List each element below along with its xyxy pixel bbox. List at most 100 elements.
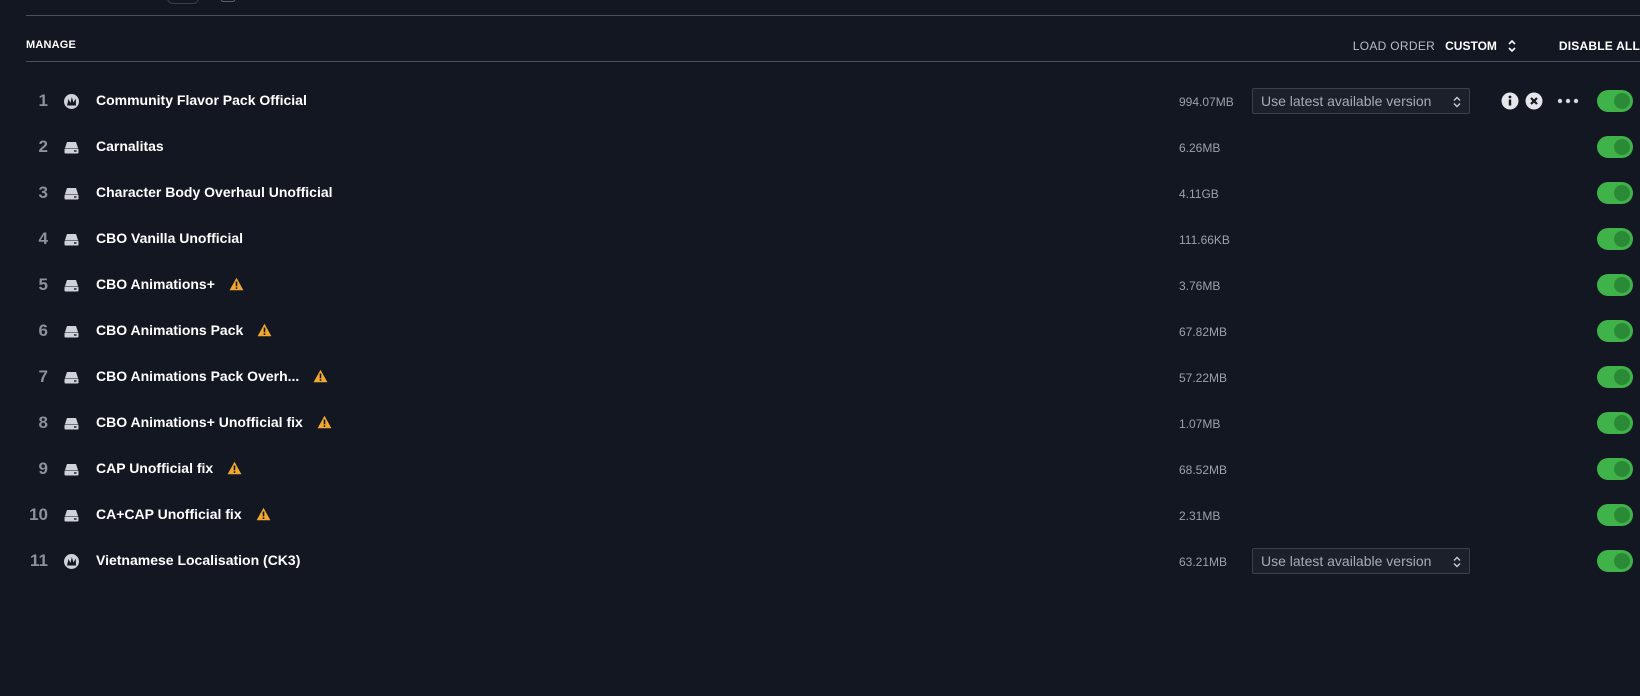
- mod-name-text: Character Body Overhaul Unofficial: [96, 184, 333, 200]
- mod-size: 111.66KB: [1179, 233, 1230, 247]
- mod-row[interactable]: 3 Character Body Overhaul Unofficial 4.11G…: [26, 171, 1640, 217]
- more-icon[interactable]: [1556, 92, 1580, 110]
- mod-size: 57.22MB: [1179, 371, 1228, 385]
- mod-name: CBO Animations Pack Overh...: [96, 368, 328, 384]
- warning-icon[interactable]: [256, 507, 271, 521]
- mod-size: 68.52MB: [1179, 463, 1228, 477]
- mod-manager: MANAGE LOAD ORDER CUSTOM DISABLE ALL 1 Co…: [0, 0, 1640, 696]
- chevron-updown-icon: [1453, 555, 1461, 568]
- top-divider: [26, 15, 1640, 16]
- toggle-knob: [1614, 93, 1630, 109]
- toggle-knob: [1614, 507, 1630, 523]
- manage-header: MANAGE LOAD ORDER CUSTOM DISABLE ALL: [26, 36, 1640, 60]
- toggle-knob: [1614, 185, 1630, 201]
- mod-size: 6.26MB: [1179, 141, 1221, 155]
- drive-icon: [63, 231, 80, 248]
- enable-toggle[interactable]: [1597, 366, 1633, 388]
- toggle-knob: [1614, 323, 1630, 339]
- mod-name: CAP Unofficial fix: [96, 460, 242, 476]
- header-divider: [26, 61, 1640, 62]
- mod-name: CA+CAP Unofficial fix: [96, 506, 271, 522]
- mod-size: 63.21MB: [1179, 555, 1228, 569]
- disable-all-button[interactable]: DISABLE ALL: [1559, 39, 1640, 53]
- mod-name-text: Vietnamese Localisation (CK3): [96, 552, 301, 568]
- mod-name-text: CBO Animations+ Unofficial fix: [96, 414, 303, 430]
- mod-name-text: Community Flavor Pack Official: [96, 92, 307, 108]
- enable-toggle[interactable]: [1597, 274, 1633, 296]
- mod-row[interactable]: 6 CBO Animations Pack 67.82MB: [26, 309, 1640, 355]
- mod-row[interactable]: 1 Community Flavor Pack Official 994.07MB U…: [26, 79, 1640, 125]
- chevron-updown-icon: [1453, 95, 1461, 108]
- mod-row[interactable]: 2 Carnalitas 6.26MB: [26, 125, 1640, 171]
- close-icon[interactable]: [1525, 92, 1543, 110]
- version-select[interactable]: Use latest available version: [1252, 548, 1470, 574]
- mod-size: 4.11GB: [1179, 187, 1219, 201]
- drive-icon: [63, 323, 80, 340]
- mod-name-text: CAP Unofficial fix: [96, 460, 214, 476]
- toolbar-button-fragment[interactable]: [167, 0, 199, 4]
- mod-size: 994.07MB: [1179, 95, 1234, 109]
- mod-row[interactable]: 5 CBO Animations+ 3.76MB: [26, 263, 1640, 309]
- drive-icon: [63, 185, 80, 202]
- load-order-index: 5: [38, 275, 48, 294]
- enable-toggle[interactable]: [1597, 228, 1633, 250]
- enable-toggle[interactable]: [1597, 90, 1633, 112]
- load-order-index: 4: [38, 229, 48, 248]
- load-order-index: 3: [38, 183, 48, 202]
- mod-row[interactable]: 8 CBO Animations+ Unofficial fix 1.07MB: [26, 401, 1640, 447]
- mod-row[interactable]: 4 CBO Vanilla Unofficial 111.66KB: [26, 217, 1640, 263]
- mod-name-text: CBO Vanilla Unofficial: [96, 230, 244, 246]
- load-order-index: 9: [38, 459, 48, 478]
- version-select[interactable]: Use latest available version: [1252, 88, 1470, 114]
- mod-name: CBO Animations Pack: [96, 322, 272, 338]
- enable-toggle[interactable]: [1597, 550, 1633, 572]
- paradox-logo-icon: [63, 553, 80, 570]
- mod-name: CBO Animations+ Unofficial fix: [96, 414, 332, 430]
- toolbar-icon-fragment[interactable]: [221, 0, 235, 2]
- mod-name: Carnalitas: [96, 138, 164, 154]
- mod-name-text: CBO Animations Pack Overh...: [96, 368, 300, 384]
- enable-toggle[interactable]: [1597, 458, 1633, 480]
- version-select-value: Use latest available version: [1261, 553, 1432, 569]
- drive-icon: [63, 461, 80, 478]
- toggle-knob: [1614, 369, 1630, 385]
- mod-row[interactable]: 11 Vietnamese Localisation (CK3) 63.21MB Us…: [26, 539, 1640, 585]
- warning-icon[interactable]: [313, 369, 328, 383]
- toggle-knob: [1614, 139, 1630, 155]
- enable-toggle[interactable]: [1597, 412, 1633, 434]
- toggle-knob: [1614, 231, 1630, 247]
- warning-icon[interactable]: [227, 461, 242, 475]
- drive-icon: [63, 415, 80, 432]
- load-order-index: 10: [29, 505, 48, 524]
- warning-icon[interactable]: [229, 277, 244, 291]
- enable-toggle[interactable]: [1597, 504, 1633, 526]
- toggle-knob: [1614, 461, 1630, 477]
- enable-toggle[interactable]: [1597, 320, 1633, 342]
- enable-toggle[interactable]: [1597, 182, 1633, 204]
- load-order-select[interactable]: CUSTOM: [1445, 39, 1497, 53]
- info-icon[interactable]: [1501, 92, 1519, 110]
- mod-name: Character Body Overhaul Unofficial: [96, 184, 333, 200]
- load-order-index: 1: [38, 91, 48, 110]
- mod-name-text: CBO Animations Pack: [96, 322, 244, 338]
- mod-size: 1.07MB: [1179, 417, 1221, 431]
- enable-toggle[interactable]: [1597, 136, 1633, 158]
- warning-icon[interactable]: [257, 323, 272, 337]
- mod-name-text: Carnalitas: [96, 138, 164, 154]
- warning-icon[interactable]: [317, 415, 332, 429]
- mod-name-text: CA+CAP Unofficial fix: [96, 506, 242, 522]
- mod-row[interactable]: 9 CAP Unofficial fix 68.52MB: [26, 447, 1640, 493]
- load-order-index: 8: [38, 413, 48, 432]
- mod-name: Vietnamese Localisation (CK3): [96, 552, 300, 568]
- mod-name-text: CBO Animations+: [96, 276, 215, 292]
- mod-name: Community Flavor Pack Official: [96, 92, 307, 108]
- mod-name: CBO Vanilla Unofficial: [96, 230, 243, 246]
- mod-name: CBO Animations+: [96, 276, 244, 292]
- toggle-knob: [1614, 415, 1630, 431]
- mod-row[interactable]: 10 CA+CAP Unofficial fix 2.31MB: [26, 493, 1640, 539]
- sort-chevrons-icon[interactable]: [1507, 39, 1517, 53]
- mod-row[interactable]: 7 CBO Animations Pack Overh... 57.22MB: [26, 355, 1640, 401]
- paradox-logo-icon: [63, 93, 80, 110]
- drive-icon: [63, 369, 80, 386]
- toggle-knob: [1614, 553, 1630, 569]
